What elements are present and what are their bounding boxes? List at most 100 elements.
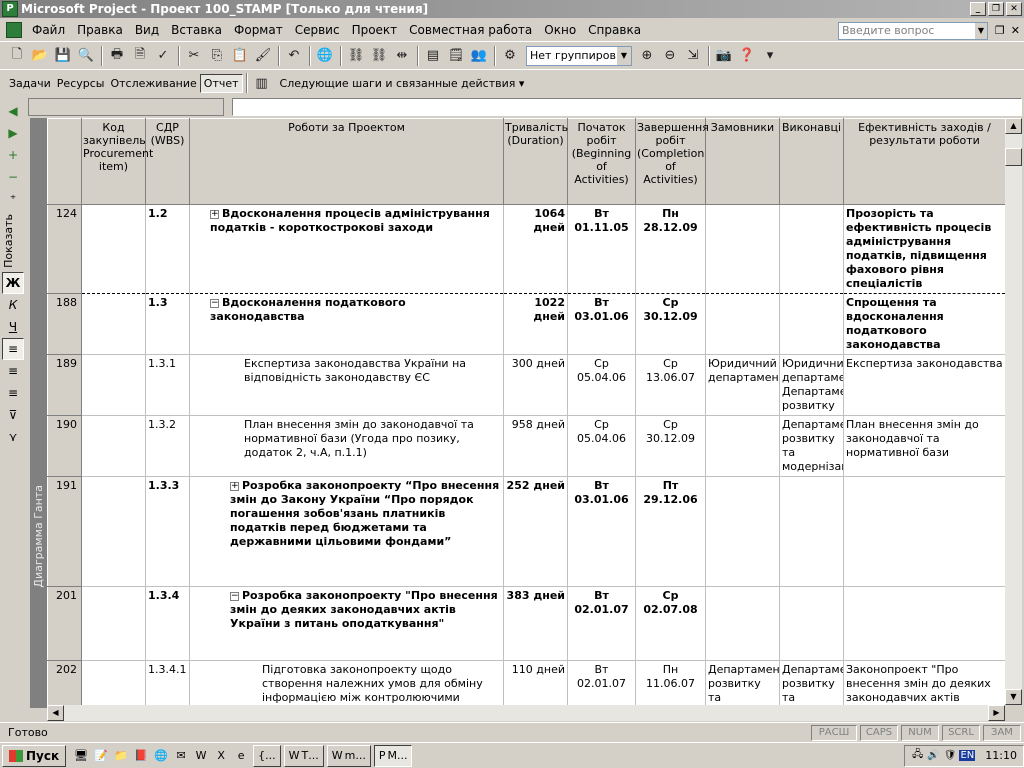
cell-finish[interactable]: Ср 30.12.09 (635, 293, 706, 355)
task-button-2[interactable]: W Т... (283, 744, 324, 767)
col-header-finish[interactable]: Завершення робіт (Completion of Activiti… (635, 118, 709, 205)
cell-customers[interactable] (705, 204, 780, 294)
copy-icon[interactable]: ⎘ (206, 45, 228, 67)
cell-code[interactable] (81, 586, 146, 661)
assign-resources-icon[interactable]: 👥 (468, 45, 490, 67)
zoom-in-icon[interactable]: ⊕ (636, 45, 658, 67)
row-id[interactable]: 190 (47, 415, 82, 477)
forward-arrow-icon[interactable]: ▶ (2, 122, 24, 144)
guide-icon[interactable]: ▥ (251, 72, 273, 94)
cell-wbs[interactable]: 1.3 (145, 293, 190, 355)
cell-wbs[interactable]: 1.3.3 (145, 476, 190, 587)
cell-executors[interactable]: Юридичний департамент Департамент розвит… (779, 354, 844, 416)
col-header-wbs[interactable]: СДР (WBS) (145, 118, 190, 205)
table-row[interactable]: 190 1.3.2 План внесення змін до законода… (47, 415, 1005, 477)
task-info-icon[interactable]: ▤ (422, 45, 444, 67)
cell-finish[interactable]: Пн 28.12.09 (635, 204, 706, 294)
cell-wbs[interactable]: 1.3.1 (145, 354, 190, 416)
toolbar-options-icon[interactable]: ▾ (759, 45, 781, 67)
table-row[interactable]: 188 1.3 − Вдосконалення податкового закон… (47, 293, 1005, 355)
cell-start[interactable]: Вт 02.01.07 (567, 586, 636, 661)
cell-efficiency[interactable]: Експертиза законодавства (843, 354, 1005, 416)
bold-icon[interactable]: Ж (2, 271, 24, 294)
question-dropdown-icon[interactable]: ▼ (975, 23, 987, 39)
scroll-down-icon[interactable]: ▼ (1005, 689, 1022, 705)
cell-start[interactable]: Ср 05.04.06 (567, 415, 636, 477)
cell-code[interactable] (81, 354, 146, 416)
cell-start[interactable]: Вт 01.11.05 (567, 204, 636, 294)
cell-name[interactable]: − Розробка законопроекту "Про внесення зм… (189, 586, 504, 661)
cell-executors[interactable]: Департамент розвитку та модернізації ДПС… (779, 660, 844, 705)
outdent-icon[interactable]: − (2, 166, 24, 188)
back-arrow-icon[interactable]: ◀ (2, 100, 24, 122)
mail-icon[interactable]: ✉ (172, 747, 190, 765)
volume-icon[interactable]: 🔊 (926, 750, 940, 761)
task-button-4[interactable]: P M... (373, 744, 413, 767)
undo-icon[interactable]: ↶ (283, 45, 305, 67)
restore-button[interactable]: ❐ (988, 2, 1004, 16)
tab-resources[interactable]: Ресурсы (54, 75, 108, 92)
horizontal-scrollbar[interactable]: ◀ ▶ (47, 705, 1005, 721)
cell-efficiency[interactable]: Прозорість та ефективність процесів адмі… (843, 204, 1005, 294)
cell-efficiency[interactable] (843, 476, 1005, 587)
italic-icon[interactable]: К (2, 294, 24, 316)
cell-name[interactable]: План внесення змін до законодавчої та но… (189, 415, 504, 477)
table-row[interactable]: 124 1.2 + Вдосконалення процесів адмініст… (47, 204, 1005, 294)
acrobat-icon[interactable]: 📕 (132, 747, 150, 765)
menu-help[interactable]: Справка (582, 23, 647, 37)
cell-name[interactable]: + Вдосконалення процесів адміністрування … (189, 204, 504, 294)
open-icon[interactable]: 📂 (29, 45, 51, 67)
underline-icon[interactable]: Ч (2, 316, 24, 338)
start-button[interactable]: Пуск (2, 744, 67, 767)
scroll-right-icon[interactable]: ▶ (988, 705, 1005, 721)
entry-field[interactable] (232, 98, 1022, 116)
vertical-scrollbar[interactable]: ▲ ▼ (1005, 118, 1022, 705)
collapse-icon[interactable]: − (230, 592, 239, 601)
cell-customers[interactable] (705, 476, 780, 587)
cell-customers[interactable]: Юридичний департамент (705, 354, 780, 416)
menu-insert[interactable]: Вставка (165, 23, 228, 37)
autofilter-icon[interactable]: ⋎ (2, 426, 24, 448)
col-header-code[interactable]: Код закупівель Procurement item) (81, 118, 153, 205)
table-row[interactable]: 201 1.3.4 − Розробка законопроекту "Про в… (47, 586, 1005, 661)
cell-finish[interactable]: Ср 30.12.09 (635, 415, 706, 477)
format-painter-icon[interactable]: 🖌 (252, 45, 274, 67)
cell-customers[interactable] (705, 293, 780, 355)
cell-code[interactable] (81, 476, 146, 587)
goto-task-icon[interactable]: ⇲ (682, 45, 704, 67)
cell-finish[interactable]: Ср 02.07.08 (635, 586, 706, 661)
row-id[interactable]: 189 (47, 354, 82, 416)
next-steps-dropdown[interactable]: Следующие шаги и связанные действия ▾ (280, 77, 525, 90)
filter-icon[interactable]: ⊽ (2, 404, 24, 426)
cell-finish[interactable]: Пн 11.06.07 (635, 660, 706, 705)
col-header-name[interactable]: Роботи за Проектом (189, 118, 504, 205)
cell-start[interactable]: Вт 03.01.06 (567, 293, 636, 355)
chevron-down-icon[interactable]: ▼ (617, 46, 631, 65)
publish-icon[interactable]: ⚙ (499, 45, 521, 67)
show-label[interactable]: Показать (2, 214, 24, 268)
cell-duration[interactable]: 1022 дней (503, 293, 568, 355)
browser-icon[interactable]: 🌐 (152, 747, 170, 765)
col-header-start[interactable]: Початок робіт (Beginning of Activities) (567, 118, 636, 205)
task-notes-icon[interactable]: 🗒 (445, 45, 467, 67)
table-row[interactable]: 202 1.3.4.1 Підготовка законопроекту щод… (47, 660, 1005, 705)
ie-icon[interactable]: e (232, 747, 250, 765)
cell-wbs[interactable]: 1.3.4.1 (145, 660, 190, 705)
scroll-up-icon[interactable]: ▲ (1005, 118, 1022, 134)
cell-executors[interactable] (779, 476, 844, 587)
doc-close-button[interactable]: ✕ (1011, 24, 1020, 37)
tab-tasks[interactable]: Задачи (6, 75, 54, 92)
cell-efficiency[interactable]: Спрощення та вдосконалення податкового з… (843, 293, 1005, 355)
grouping-select[interactable]: Нет группировки ▼ (526, 45, 632, 66)
help-icon[interactable]: ❓ (736, 45, 758, 67)
cell-duration[interactable]: 252 дней (503, 476, 568, 587)
cell-efficiency[interactable] (843, 586, 1005, 661)
cell-name[interactable]: − Вдосконалення податкового законодавства (189, 293, 504, 355)
align-left-icon[interactable]: ≡ (2, 337, 24, 360)
indent-icon[interactable]: + (2, 144, 24, 166)
folder-icon[interactable]: 📁 (112, 747, 130, 765)
cell-duration[interactable]: 1064 дней (503, 204, 568, 294)
cut-icon[interactable]: ✂ (183, 45, 205, 67)
collapse-icon[interactable]: − (210, 299, 219, 308)
cell-executors[interactable] (779, 293, 844, 355)
